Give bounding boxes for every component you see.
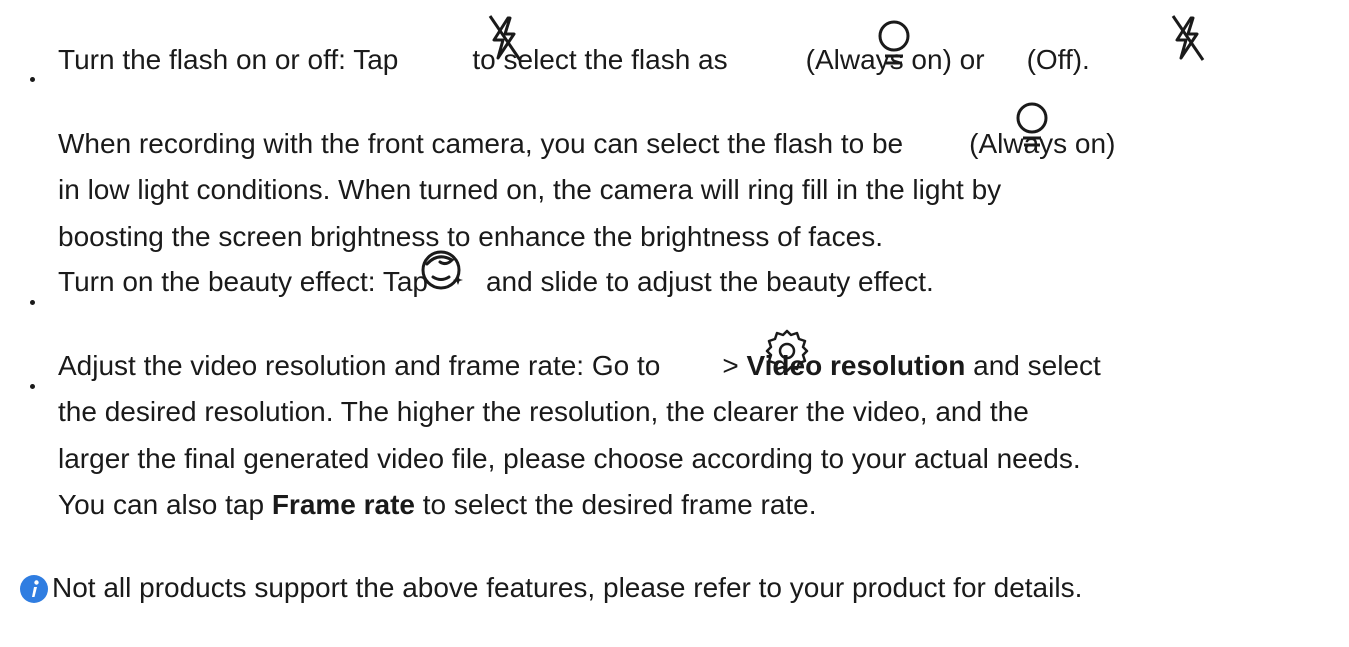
flash-off-icon	[1171, 15, 1205, 61]
resolution-line-1: Adjust the video resolution and frame ra…	[58, 346, 1101, 386]
frame-rate-text-after: to select the desired frame rate.	[422, 489, 817, 520]
resolution-separator: >	[722, 350, 739, 381]
info-icon	[20, 575, 48, 603]
resolution-text-intro: Adjust the video resolution and frame ra…	[58, 350, 661, 381]
resolution-line-3: larger the final generated video file, p…	[58, 443, 1081, 474]
bulb-icon	[878, 20, 910, 65]
flash-note-line-3: boosting the screen brightness to enhanc…	[58, 221, 883, 252]
flash-off-icon	[488, 15, 522, 61]
bullet-marker	[30, 384, 35, 389]
frame-rate-text-intro: You can also tap	[58, 489, 265, 520]
resolution-line-4: You can also tap Frame rate to select th…	[58, 485, 817, 525]
resolution-text-select: and select	[973, 350, 1101, 381]
beauty-text-intro: Turn on the beauty effect: Tap	[58, 266, 428, 297]
flash-note-line-1: When recording with the front camera, yo…	[58, 124, 1115, 164]
flash-text-intro: Turn the flash on or off: Tap	[58, 44, 399, 75]
note-text: Not all products support the above featu…	[52, 572, 1083, 603]
frame-rate-option: Frame rate	[271, 489, 415, 520]
flash-note-line-2: in low light conditions. When turned on,…	[58, 174, 1002, 205]
flash-off-label: (Off).	[1026, 44, 1090, 75]
document-page: Turn the flash on or off: Tap to select t…	[0, 0, 1349, 647]
beauty-text-after: and slide to adjust the beauty effect.	[485, 266, 934, 297]
bulb-icon	[1016, 102, 1048, 147]
beauty-bullet-line: Turn on the beauty effect: Tap and slide …	[58, 262, 934, 302]
settings-gear-icon	[765, 329, 809, 372]
resolution-line-2: the desired resolution. The higher the r…	[58, 396, 1029, 427]
beauty-face-icon	[421, 250, 463, 290]
flash-bullet-line: Turn the flash on or off: Tap to select t…	[58, 40, 1090, 80]
flash-note-text: When recording with the front camera, yo…	[58, 128, 904, 159]
bullet-marker	[30, 300, 35, 305]
bullet-marker	[30, 77, 35, 82]
